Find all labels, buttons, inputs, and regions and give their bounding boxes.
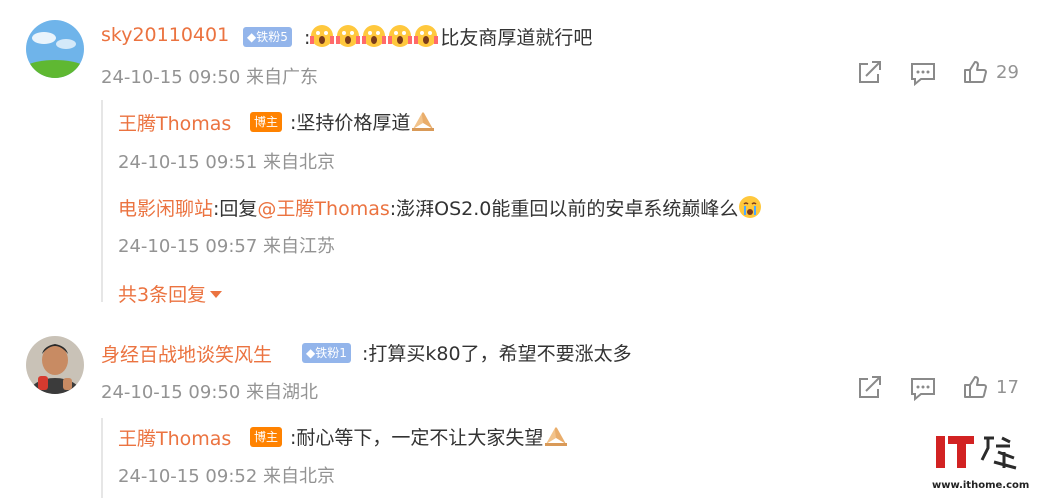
reply-meta: 24-10-15 09:51 来自北京 xyxy=(118,148,335,174)
comment-text: :打算买k80了，希望不要涨太多 xyxy=(362,343,632,365)
caret-down-icon xyxy=(210,291,223,298)
watermark-url: www.ithome.com xyxy=(932,480,1030,491)
share-button[interactable] xyxy=(857,61,883,85)
emoji-scream-icon xyxy=(310,24,335,48)
comment-username[interactable]: sky20110401 xyxy=(101,24,229,46)
reply-divider xyxy=(101,100,103,302)
fan-badge: ◆铁粉5 xyxy=(243,27,292,47)
comment-icon xyxy=(911,63,935,86)
timestamp: 24-10-15 09:57 xyxy=(118,236,258,257)
reply-divider xyxy=(101,418,103,498)
emoji-crying-icon xyxy=(738,195,762,219)
avatar[interactable] xyxy=(26,20,84,78)
location: 来自江苏 xyxy=(263,236,336,257)
emoji-scream-icon xyxy=(336,24,361,48)
ithome-watermark: www.ithome.com xyxy=(932,432,1036,492)
location: 来自广东 xyxy=(246,67,319,88)
location: 来自北京 xyxy=(263,466,336,487)
reply-text: :坚持价格厚道 xyxy=(290,108,436,135)
timestamp: 24-10-15 09:51 xyxy=(118,152,258,173)
reply-meta: 24-10-15 09:52 来自北京 xyxy=(118,462,335,488)
comment-meta: 24-10-15 09:50 来自广东 xyxy=(101,63,318,89)
comment-icon xyxy=(911,378,935,401)
fan-badge: ◆铁粉1 xyxy=(302,343,351,363)
reply-meta: 24-10-15 09:57 来自江苏 xyxy=(118,232,335,258)
timestamp: 24-10-15 09:50 xyxy=(101,67,241,88)
thumbs-up-icon xyxy=(964,376,987,398)
comment-text: : 比友商厚道就行吧 xyxy=(304,23,592,50)
avatar[interactable] xyxy=(26,336,84,394)
blogger-badge: 博主 xyxy=(250,112,283,132)
comment-meta: 24-10-15 09:50 来自湖北 xyxy=(101,378,318,404)
reply-text: :耐心等下，一定不让大家失望 xyxy=(290,423,569,450)
emoji-scream-icon xyxy=(362,24,387,48)
reply-username[interactable]: 电影闲聊站 xyxy=(118,198,213,220)
share-button[interactable] xyxy=(857,376,883,400)
more-replies-link[interactable]: 共3条回复 xyxy=(118,280,223,307)
folded-hands-icon xyxy=(410,109,435,133)
comment-button[interactable] xyxy=(910,377,936,401)
like-count: 17 xyxy=(996,376,1019,398)
blogger-badge: 博主 xyxy=(250,427,283,447)
like-button[interactable]: 17 xyxy=(963,375,1019,399)
diamond-icon: ◆ xyxy=(247,30,257,44)
timestamp: 24-10-15 09:52 xyxy=(118,466,258,487)
location: 来自北京 xyxy=(263,152,336,173)
comment-username[interactable]: 身经百战地谈笑风生 xyxy=(101,340,272,367)
share-icon xyxy=(859,61,881,83)
folded-hands-icon xyxy=(543,424,568,448)
like-button[interactable]: 29 xyxy=(963,60,1019,84)
comment-text-body: 比友商厚道就行吧 xyxy=(440,27,593,49)
share-icon xyxy=(859,376,881,398)
emoji-scream-icon xyxy=(388,24,413,48)
reply-username[interactable]: 王腾Thomas xyxy=(118,424,231,451)
reply-text: 电影闲聊站:回复@王腾Thomas:澎湃OS2.0能重回以前的安卓系统巅峰么 xyxy=(118,194,764,221)
diamond-icon: ◆ xyxy=(306,346,316,360)
emoji-scream-icon xyxy=(414,24,439,48)
comment-button[interactable] xyxy=(910,62,936,86)
ithome-logo xyxy=(936,436,1017,470)
reply-username[interactable]: 王腾Thomas xyxy=(118,109,231,136)
location: 来自湖北 xyxy=(246,382,319,403)
thumbs-up-icon xyxy=(964,61,987,83)
mention-link[interactable]: @王腾Thomas xyxy=(257,198,389,220)
like-count: 29 xyxy=(996,61,1019,83)
timestamp: 24-10-15 09:50 xyxy=(101,382,241,403)
